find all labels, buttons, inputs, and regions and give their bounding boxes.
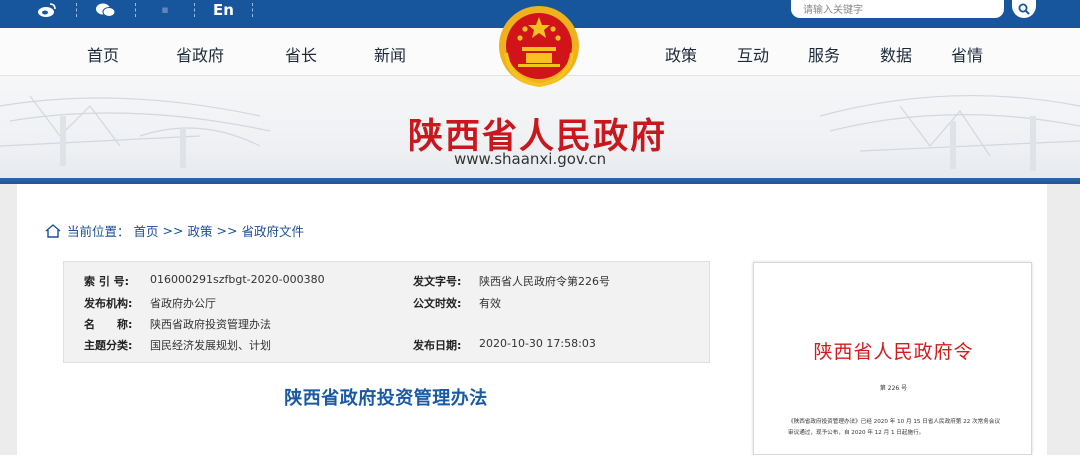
document-metadata-box: 索 引 号: 016000291szfbgt-2020-000380 发布机构:… bbox=[63, 261, 710, 363]
meta-issuer-value: 省政府办公厅 bbox=[150, 297, 216, 310]
breadcrumb-separator: >> bbox=[162, 223, 184, 238]
home-icon bbox=[45, 223, 61, 238]
search-icon bbox=[1018, 3, 1030, 15]
divider bbox=[135, 3, 136, 17]
english-link[interactable]: En bbox=[213, 1, 234, 19]
thumbnail-number: 第 226 号 bbox=[879, 385, 908, 392]
nav-services[interactable]: 服务 bbox=[808, 42, 840, 66]
divider bbox=[76, 3, 77, 17]
nav-news[interactable]: 新闻 bbox=[374, 42, 406, 66]
meta-index-row: 索 引 号: 016000291szfbgt-2020-000380 bbox=[84, 273, 325, 289]
meta-name-row: 名 称: 陕西省政府投资管理办法 bbox=[84, 316, 271, 332]
meta-topic-label: 主题分类: bbox=[84, 339, 133, 352]
meta-validity-value: 有效 bbox=[479, 297, 501, 310]
meta-docno-value: 陕西省人民政府令第226号 bbox=[479, 275, 610, 288]
nav-interaction[interactable]: 互动 bbox=[737, 42, 769, 66]
search-button[interactable] bbox=[1012, 0, 1036, 18]
document-title: 陕西省政府投资管理办法 bbox=[284, 388, 488, 409]
thumbnail-title: 陕西省人民政府令 bbox=[813, 341, 974, 363]
meta-validity-row: 公文时效: 有效 bbox=[413, 295, 501, 311]
breadcrumb-policy[interactable]: 政策 bbox=[187, 221, 212, 240]
breadcrumb-label: 当前位置： bbox=[67, 224, 130, 239]
thumbnail-body: 《陕西省政府投资管理办法》已经 2020 年 10 月 15 日省人民政府第 2… bbox=[788, 419, 1001, 436]
breadcrumb-home[interactable]: 首页 bbox=[134, 221, 159, 240]
breadcrumb-provincial-documents[interactable]: 省政府文件 bbox=[241, 221, 304, 240]
meta-issuer-row: 发布机构: 省政府办公厅 bbox=[84, 295, 216, 311]
top-bar-links: ▪ En bbox=[36, 0, 271, 20]
document-thumbnail[interactable]: 陕西省人民政府令 第 226 号 《陕西省政府投资管理办法》已经 2020 年 … bbox=[753, 262, 1032, 455]
divider bbox=[251, 3, 253, 17]
meta-date-value: 2020-10-30 17:58:03 bbox=[479, 337, 596, 350]
nav-home[interactable]: 首页 bbox=[87, 42, 119, 66]
weibo-icon[interactable] bbox=[36, 2, 58, 18]
meta-index-label: 索 引 号: bbox=[84, 275, 130, 288]
accessibility-icon[interactable]: ▪ bbox=[154, 2, 176, 18]
nav-data[interactable]: 数据 bbox=[880, 42, 912, 66]
nav-policy[interactable]: 政策 bbox=[665, 42, 697, 66]
meta-docno-label: 发文字号: bbox=[413, 275, 462, 288]
nav-province-info[interactable]: 省情 bbox=[951, 42, 983, 66]
meta-docno-row: 发文字号: 陕西省人民政府令第226号 bbox=[413, 273, 610, 289]
national-emblem bbox=[496, 3, 582, 89]
meta-validity-label: 公文时效: bbox=[413, 297, 462, 310]
meta-date-label: 发布日期: bbox=[413, 339, 462, 352]
search-input[interactable]: 请输入关键字 bbox=[791, 0, 1004, 18]
nav-provincial-government[interactable]: 省政府 bbox=[176, 42, 224, 66]
breadcrumb: 当前位置： 首页 >> 政策 >> 省政府文件 bbox=[45, 221, 308, 240]
meta-issuer-label: 发布机构: bbox=[84, 297, 133, 310]
meta-topic-value: 国民经济发展规划、计划 bbox=[150, 339, 271, 352]
site-url: www.shaanxi.gov.cn bbox=[454, 150, 607, 168]
divider bbox=[194, 3, 195, 17]
meta-index-value: 016000291szfbgt-2020-000380 bbox=[150, 273, 325, 286]
meta-date-row: 发布日期: 2020-10-30 17:58:03 bbox=[413, 337, 596, 353]
breadcrumb-separator: >> bbox=[216, 223, 238, 238]
meta-topic-row: 主题分类: 国民经济发展规划、计划 bbox=[84, 337, 271, 353]
meta-name-label: 名 称: bbox=[84, 318, 133, 331]
wechat-icon[interactable] bbox=[95, 2, 117, 18]
nav-governor[interactable]: 省长 bbox=[285, 42, 317, 66]
meta-name-value: 陕西省政府投资管理办法 bbox=[150, 318, 271, 331]
